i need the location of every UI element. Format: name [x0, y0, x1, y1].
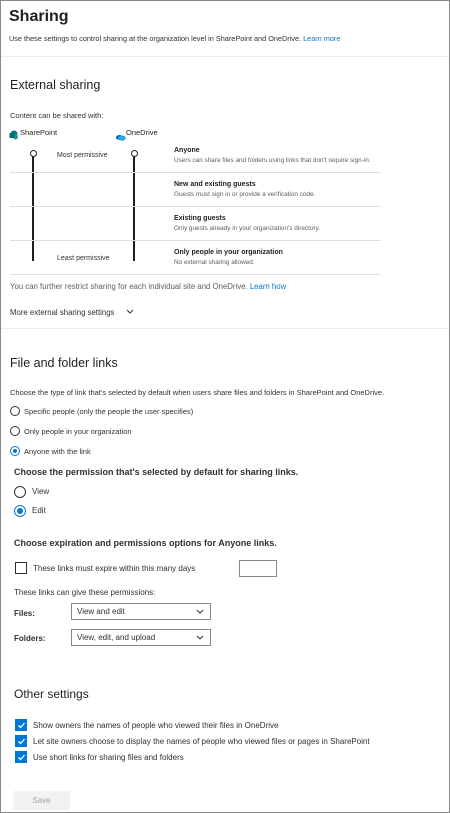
other-setting-label: Use short links for sharing files and fo…	[33, 753, 184, 762]
level-anyone-title: Anyone	[174, 147, 200, 154]
file-folder-links-title: File and folder links	[10, 356, 118, 370]
other-setting-label: Show owners the names of people who view…	[33, 721, 279, 730]
least-permissive-label: Least permissive	[57, 255, 110, 262]
level-new-existing-guests-title: New and existing guests	[174, 181, 256, 188]
header-divider	[1, 56, 449, 57]
level-org-only-title: Only people in your organization	[174, 249, 283, 256]
permissions-caption: These links can give these permissions:	[14, 588, 156, 597]
checkbox-checked[interactable]	[15, 735, 27, 747]
folders-permission-dropdown[interactable]: View, edit, and upload	[71, 629, 211, 646]
radio-button[interactable]	[14, 486, 26, 498]
most-permissive-label: Most permissive	[57, 152, 108, 159]
chevron-down-icon	[126, 308, 134, 317]
checkbox-checked[interactable]	[15, 751, 27, 763]
expire-label: These links must expire within this many…	[33, 564, 196, 573]
chevron-down-icon	[196, 609, 204, 614]
restrict-sharing-text: You can further restrict sharing for eac…	[10, 282, 248, 291]
permission-option-label: Edit	[32, 506, 46, 515]
more-external-settings-toggle[interactable]: More external sharing settings	[10, 308, 134, 317]
other-setting-label: Let site owners choose to display the na…	[33, 737, 370, 746]
level-anyone-desc: Users can share files and folders using …	[174, 157, 371, 164]
files-permission-dropdown[interactable]: View and edit	[71, 603, 211, 620]
checkbox-checked[interactable]	[15, 719, 27, 731]
chevron-down-icon	[196, 635, 204, 640]
radio-button[interactable]	[10, 406, 20, 416]
level-new-existing-guests-desc: Guests must sign in or provide a verific…	[174, 191, 316, 198]
onedrive-logo-icon	[115, 128, 126, 141]
radio-button-selected[interactable]	[10, 446, 20, 456]
sharepoint-label: SharePoint	[20, 128, 58, 137]
permission-heading: Choose the permission that's selected by…	[14, 467, 299, 477]
files-permission-value: View and edit	[77, 607, 125, 616]
section-divider	[1, 328, 449, 329]
radio-button-selected[interactable]	[14, 505, 26, 517]
checkmark-icon	[18, 754, 25, 761]
link-type-intro: Choose the type of link that's selected …	[10, 388, 385, 397]
link-option-label: Only people in your organization	[24, 427, 132, 436]
onedrive-label: OneDrive	[126, 128, 158, 137]
checkmark-icon	[18, 722, 25, 729]
level-divider	[10, 240, 381, 241]
external-sharing-intro: Content can be shared with:	[10, 111, 104, 120]
level-existing-guests-desc: Only guests already in your organization…	[174, 225, 321, 232]
folders-label: Folders:	[14, 634, 46, 643]
sharepoint-slider-knob[interactable]	[29, 150, 37, 157]
more-external-settings-label: More external sharing settings	[10, 308, 115, 317]
files-label: Files:	[14, 609, 35, 618]
page-title: Sharing	[9, 8, 69, 25]
learn-more-link[interactable]: Learn more	[303, 34, 340, 43]
level-divider	[10, 274, 381, 275]
link-option-label: Specific people (only the people the use…	[24, 407, 194, 416]
expire-days-input[interactable]	[239, 560, 277, 577]
page-subtitle: Use these settings to control sharing at…	[9, 34, 340, 43]
expire-checkbox[interactable]	[15, 562, 27, 574]
checkmark-icon	[18, 738, 25, 745]
folders-permission-value: View, edit, and upload	[77, 633, 156, 642]
radio-button[interactable]	[10, 426, 20, 436]
expiration-heading: Choose expiration and permissions option…	[14, 538, 277, 548]
restrict-sharing-note: You can further restrict sharing for eac…	[10, 282, 286, 291]
level-org-only-desc: No external sharing allowed.	[174, 259, 255, 266]
subtitle-text: Use these settings to control sharing at…	[9, 34, 302, 43]
external-sharing-title: External sharing	[10, 78, 101, 92]
onedrive-slider-knob[interactable]	[130, 150, 138, 157]
sharepoint-logo-icon	[9, 127, 19, 140]
learn-how-link[interactable]: Learn how	[250, 282, 286, 291]
link-option-label: Anyone with the link	[24, 447, 91, 456]
level-divider	[10, 172, 381, 173]
other-settings-title: Other settings	[14, 687, 89, 701]
save-button[interactable]: Save	[13, 791, 70, 810]
permission-option-label: View	[32, 487, 50, 496]
level-divider	[10, 206, 381, 207]
level-existing-guests-title: Existing guests	[174, 215, 226, 222]
